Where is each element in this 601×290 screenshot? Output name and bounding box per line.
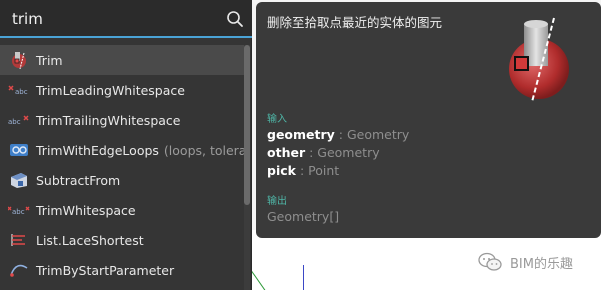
input-param-other: other : Geometry (267, 145, 380, 160)
watermark-text: BIM的乐趣 (510, 256, 573, 272)
watermark: BIM的乐趣 (478, 252, 573, 272)
result-label: TrimWithEdgeLoops (36, 142, 159, 158)
result-item-subtractfrom[interactable]: SubtractFrom (0, 165, 244, 195)
param-type: Point (308, 163, 340, 178)
outputs-section-label: 输出 (267, 196, 287, 207)
result-label: TrimByStartParameter (36, 262, 175, 278)
lace-shortest-icon (8, 231, 30, 249)
curve-trim-icon (8, 261, 30, 279)
param-name: other (267, 145, 306, 160)
input-param-pick: pick : Point (267, 163, 339, 178)
param-separator: : (295, 163, 309, 178)
search-results-list: Trim abc TrimLeadingWhitespace abc TrimT… (0, 45, 244, 285)
param-separator: : (334, 127, 347, 142)
canvas-blue-line (303, 265, 304, 290)
result-label: List.LaceShortest (36, 232, 144, 248)
trim-sphere-icon (8, 51, 30, 69)
trim-sphere-preview-icon (509, 17, 569, 103)
result-item-trimleadingwhitespace[interactable]: abc TrimLeadingWhitespace (0, 75, 244, 105)
node-detail-tooltip: 删除至拾取点最近的实体的图元 输入 geometry : Geometry ot… (256, 2, 601, 238)
subtract-from-icon (8, 171, 30, 189)
result-item-trimbystartparameter[interactable]: TrimByStartParameter (0, 255, 244, 285)
search-input[interactable] (12, 9, 212, 29)
result-label: TrimLeadingWhitespace (36, 82, 185, 98)
param-name: geometry (267, 127, 335, 142)
svg-text:abc: abc (12, 208, 25, 216)
node-description: 删除至拾取点最近的实体的图元 (267, 15, 443, 30)
result-label: TrimTrailingWhitespace (36, 112, 181, 128)
param-type: Geometry (346, 127, 410, 142)
result-item-trimtrailingwhitespace[interactable]: abc TrimTrailingWhitespace (0, 105, 244, 135)
result-label: SubtractFrom (36, 172, 121, 188)
results-scrollbar[interactable] (244, 45, 250, 290)
result-item-list-laceshortest[interactable]: List.LaceShortest (0, 225, 244, 255)
abc-leading-icon: abc (8, 81, 30, 99)
inputs-section-label: 输入 (267, 114, 287, 125)
node-search-panel: Trim abc TrimLeadingWhitespace abc (0, 0, 252, 290)
svg-text:abc: abc (8, 118, 21, 126)
param-separator: : (305, 145, 318, 160)
search-box (0, 0, 252, 38)
output-type: Geometry[] (267, 209, 340, 224)
abc-trailing-icon: abc (8, 111, 30, 129)
result-item-trim[interactable]: Trim (0, 45, 244, 75)
result-params: (loops, toleran (163, 142, 244, 158)
svg-text:abc: abc (15, 88, 28, 96)
result-label: Trim (36, 52, 63, 68)
search-icon[interactable] (226, 10, 244, 28)
result-item-trimwhitespace[interactable]: abc TrimWhitespace (0, 195, 244, 225)
abc-whitespace-icon: abc (8, 201, 30, 219)
param-type: Geometry (317, 145, 380, 160)
scrollbar-thumb[interactable] (244, 45, 250, 205)
result-label: TrimWhitespace (36, 202, 136, 218)
input-param-geometry: geometry : Geometry (267, 127, 409, 142)
edge-loops-icon (8, 141, 30, 159)
wechat-icon (478, 252, 502, 271)
param-name: pick (267, 163, 296, 178)
result-item-trimwithedgeloops[interactable]: TrimWithEdgeLoops (loops, toleran (0, 135, 244, 165)
